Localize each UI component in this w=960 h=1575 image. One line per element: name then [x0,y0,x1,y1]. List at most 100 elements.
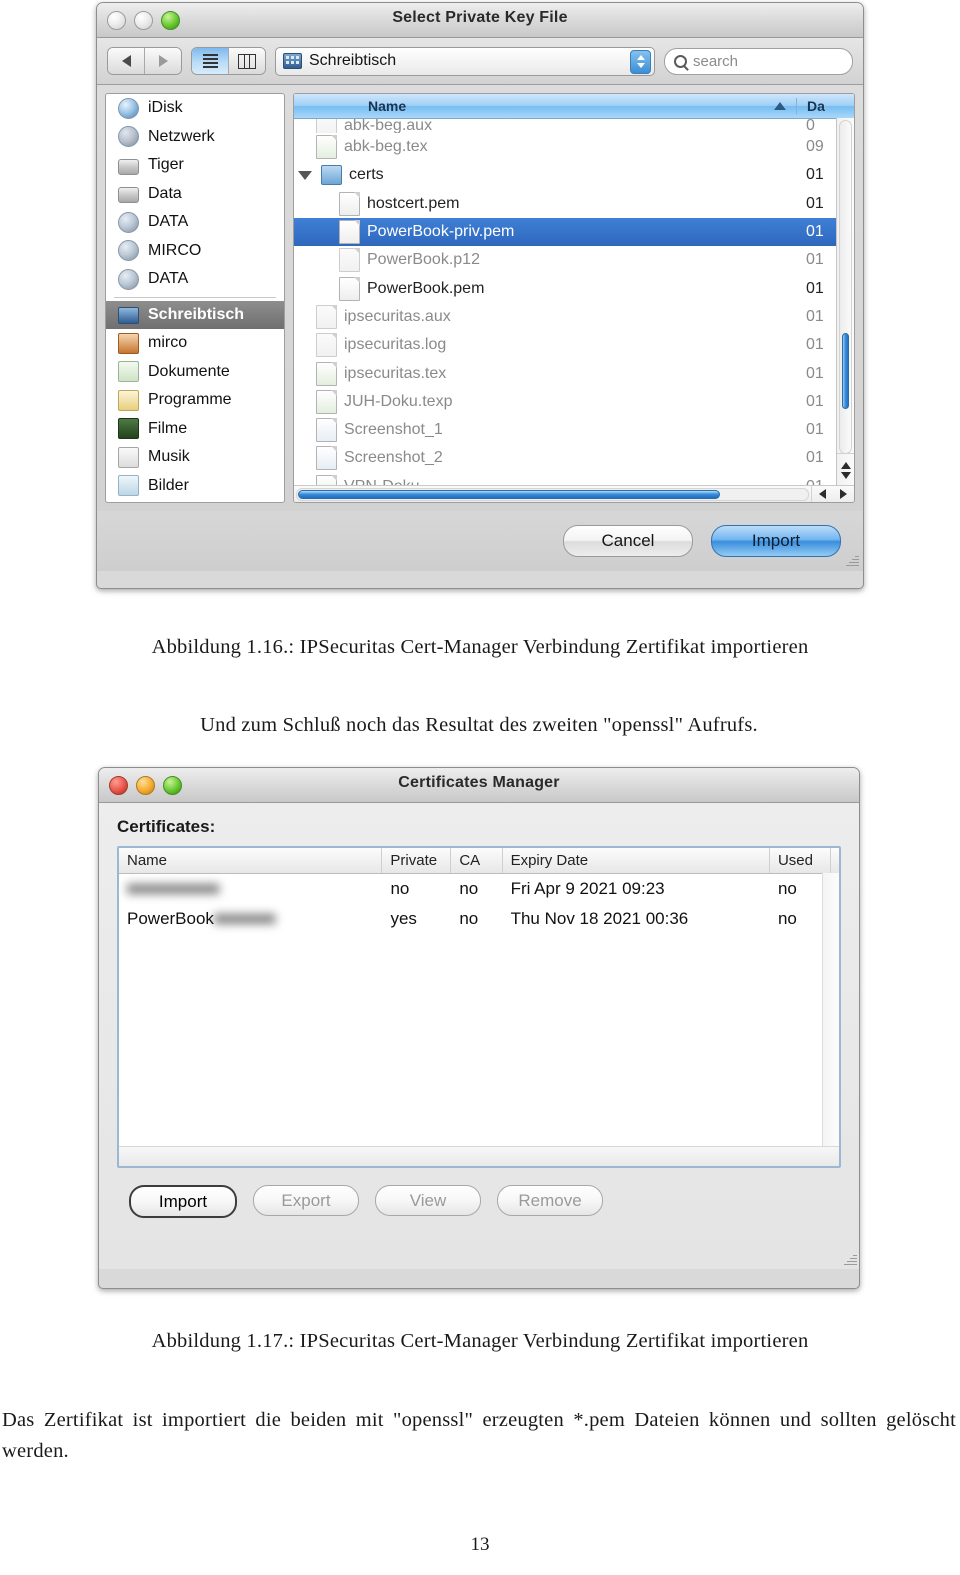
table-row[interactable]: abk-beg.aux 0 [294,119,854,133]
column-header-spacer [831,848,839,873]
tex-file-icon [316,389,337,414]
column-header-date[interactable]: Da [796,98,854,114]
column-header-name[interactable]: Name [119,848,383,873]
screenshot-icon [316,446,337,471]
location-popup-value: Schreibtisch [309,52,397,69]
disclosure-triangle-icon[interactable] [298,170,312,180]
sidebar-item-idisk[interactable]: iDisk [106,94,284,123]
column-header-used[interactable]: Used [770,848,831,873]
sidebar-item-mirco[interactable]: mirco [106,329,284,358]
import-button[interactable]: Import [711,525,841,557]
file-name: certs [349,166,384,184]
column-view-icon [238,53,256,69]
scroll-right-icon[interactable] [840,489,847,499]
back-button[interactable] [108,48,145,74]
table-footer-strip [119,1146,839,1166]
network-globe-icon [118,126,139,148]
forward-arrow-icon [158,55,168,67]
certificate-ca: no [459,909,479,928]
cancel-button[interactable]: Cancel [563,525,693,557]
hscroll-buttons[interactable] [811,486,854,502]
vertical-scrollbar[interactable] [836,118,854,486]
scroll-left-icon[interactable] [819,489,826,499]
popup-stepper-icon[interactable] [630,49,651,74]
hscrollbar-track[interactable] [296,487,809,501]
export-button[interactable]: Export [253,1185,359,1216]
sidebar-item-data[interactable]: Data [106,180,284,209]
column-header-expiry[interactable]: Expiry Date [503,848,770,873]
sidebar-item-label: Programme [148,391,232,409]
certificate-name: PowerBook■■■■■■ [127,909,276,928]
sidebar-item-musik[interactable]: Musik [106,443,284,472]
figure-caption-2: Abbildung 1.17.: IPSecuritas Cert-Manage… [151,1330,809,1352]
sidebar-item-netzwerk[interactable]: Netzwerk [106,123,284,152]
remove-button[interactable]: Remove [497,1185,603,1216]
column-header-private[interactable]: Private [382,848,452,873]
table-row[interactable]: Screenshot_2 01 [294,444,854,472]
table-row[interactable]: ■■■■■■■■■ no no Fri Apr 9 2021 09:23 no [119,874,839,904]
certificate-private: no [390,879,410,898]
file-icon [339,191,360,216]
scrollbar-track[interactable] [839,120,852,454]
table-row[interactable]: PowerBook■■■■■■ yes no Thu Nov 18 2021 0… [119,904,839,934]
file-icon [316,304,337,329]
view-mode-segmented-control[interactable] [191,47,266,75]
sidebar-item-filme[interactable]: Filme [106,415,284,444]
table-row[interactable]: PowerBook.pem 01 [294,274,854,302]
navigation-segmented-control[interactable] [107,47,182,75]
view-button[interactable]: View [375,1185,481,1216]
sidebar-item-data-volume-2[interactable]: DATA [106,265,284,294]
resize-grip[interactable] [843,1253,857,1267]
column-view-button[interactable] [229,48,265,74]
sidebar-item-label: iDisk [148,99,183,117]
table-row[interactable]: ipsecuritas.tex 01 [294,359,854,387]
certificates-manager-window: Certificates Manager Certificates: Name … [98,767,860,1289]
harddisk-icon [118,187,139,204]
import-button[interactable]: Import [129,1185,237,1218]
table-row[interactable]: abk-beg.tex 09 [294,133,854,161]
scroll-down-icon[interactable] [840,471,851,479]
sidebar-item-label: DATA [148,270,189,288]
column-header-ca[interactable]: CA [451,848,503,873]
certificate-expiry: Thu Nov 18 2021 00:36 [510,909,689,928]
window-titlebar[interactable]: Select Private Key File [97,3,863,38]
sidebar-item-bilder[interactable]: Bilder [106,472,284,501]
sidebar-item-tiger[interactable]: Tiger [106,151,284,180]
search-placeholder: search [693,52,739,70]
certificate-expiry: Fri Apr 9 2021 09:23 [510,879,665,898]
resize-grip[interactable] [845,554,859,568]
table-row[interactable]: ipsecuritas.log 01 [294,331,854,359]
list-view-button[interactable] [192,48,229,74]
table-vertical-scrollbar[interactable] [822,873,839,1166]
file-icon [339,220,360,245]
sidebar-item-data-volume-1[interactable]: DATA [106,208,284,237]
sidebar-item-programme[interactable]: Programme [106,386,284,415]
sidebar-item-schreibtisch[interactable]: Schreibtisch [106,300,284,329]
scroll-up-icon[interactable] [840,461,851,469]
sidebar-item-dokumente[interactable]: Dokumente [106,358,284,387]
figure-caption-1: Abbildung 1.16.: IPSecuritas Cert-Manage… [151,636,809,658]
scrollbar-thumb[interactable] [842,333,849,409]
tex-file-icon [316,361,337,386]
search-input[interactable]: search [664,47,853,75]
sidebar-item-label: Data [148,184,182,202]
window-titlebar[interactable]: Certificates Manager [99,768,859,803]
hscrollbar-thumb[interactable] [298,489,720,499]
location-popup-button[interactable]: Schreibtisch [275,46,655,76]
certificate-name-visible: PowerBook [127,909,214,928]
table-row[interactable]: JUH-Doku.texp 01 [294,388,854,416]
scroll-buttons[interactable] [837,453,854,486]
table-row-selected[interactable]: PowerBook-priv.pem 01 [294,217,854,247]
table-row[interactable]: PowerBook.p12 01 [294,246,854,274]
horizontal-scrollbar[interactable] [294,485,854,502]
forward-button[interactable] [145,48,181,74]
home-icon [118,332,139,354]
table-row[interactable]: certs 01 [294,161,854,189]
table-row[interactable]: hostcert.pem 01 [294,190,854,218]
column-header-name-label: Name [368,98,407,114]
table-row[interactable]: Screenshot_1 01 [294,416,854,444]
sidebar-item-mirco-volume[interactable]: MIRCO [106,237,284,266]
table-row[interactable]: ipsecuritas.aux 01 [294,303,854,331]
search-icon [674,54,687,68]
column-header-name[interactable]: Name [294,98,796,114]
